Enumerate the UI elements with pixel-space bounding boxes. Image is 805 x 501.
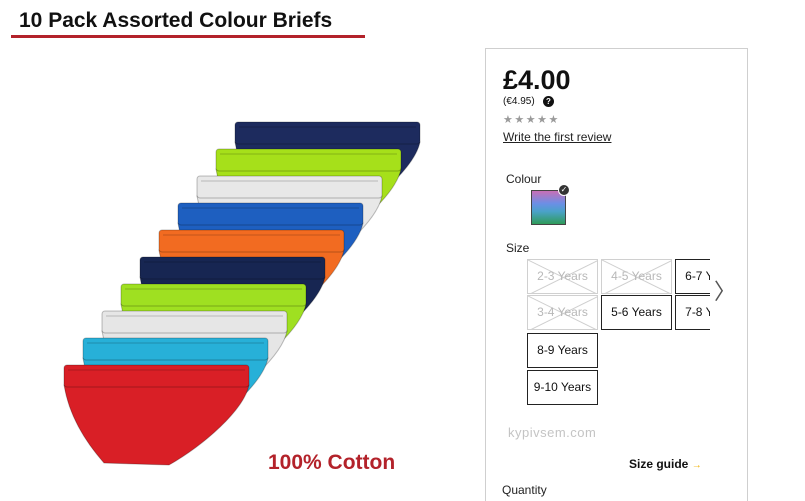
- price-eur: (€4.95): [503, 96, 535, 107]
- size-option-label: 6-7 Years: [685, 269, 710, 283]
- size-options: 2-3 Years 4-5 Years 6-7 Years 3-4 Years …: [524, 257, 710, 409]
- size-option-label: 5-6 Years: [611, 305, 662, 319]
- size-option-label: 9-10 Years: [533, 380, 592, 394]
- watermark: kypivsem.com: [508, 425, 597, 440]
- size-guide-label: Size guide: [629, 457, 689, 471]
- product-title: 10 Pack Assorted Colour Briefs: [19, 9, 333, 32]
- size-option[interactable]: 4-5 Years: [601, 259, 672, 294]
- quantity-label: Quantity: [502, 483, 547, 497]
- size-option-label: 8-9 Years: [537, 343, 588, 357]
- chevron-right-icon[interactable]: 〉: [714, 281, 736, 303]
- size-option-label: 4-5 Years: [611, 269, 662, 283]
- size-option-label: 3-4 Years: [537, 305, 588, 319]
- size-label: Size: [506, 241, 530, 255]
- size-option[interactable]: 9-10 Years: [527, 370, 598, 405]
- price: £4.00: [503, 65, 571, 95]
- colour-label: Colour: [506, 172, 542, 186]
- size-option[interactable]: 3-4 Years: [527, 295, 598, 330]
- rating-stars: ★★★★★: [503, 114, 560, 126]
- size-option-label: 7-8 Years: [685, 305, 710, 319]
- size-option[interactable]: 6-7 Years: [675, 259, 710, 294]
- help-icon[interactable]: ?: [543, 96, 554, 107]
- size-option[interactable]: 7-8 Years: [675, 295, 710, 330]
- size-guide-link[interactable]: Size guide →: [629, 457, 702, 471]
- check-icon: ✓: [558, 184, 570, 196]
- arrow-right-icon: →: [691, 460, 702, 471]
- brief-shape: [63, 364, 250, 466]
- product-options-panel: £4.00 (€4.95) ? ★★★★★ Write the first re…: [485, 48, 748, 501]
- size-option[interactable]: 2-3 Years: [527, 259, 598, 294]
- size-option[interactable]: 5-6 Years: [601, 295, 672, 330]
- title-underline: [11, 35, 365, 38]
- cotton-caption: 100% Cotton: [268, 451, 396, 474]
- write-review-link[interactable]: Write the first review: [503, 130, 611, 144]
- product-image: [63, 121, 421, 466]
- size-option[interactable]: 8-9 Years: [527, 333, 598, 368]
- size-option-label: 2-3 Years: [537, 269, 588, 283]
